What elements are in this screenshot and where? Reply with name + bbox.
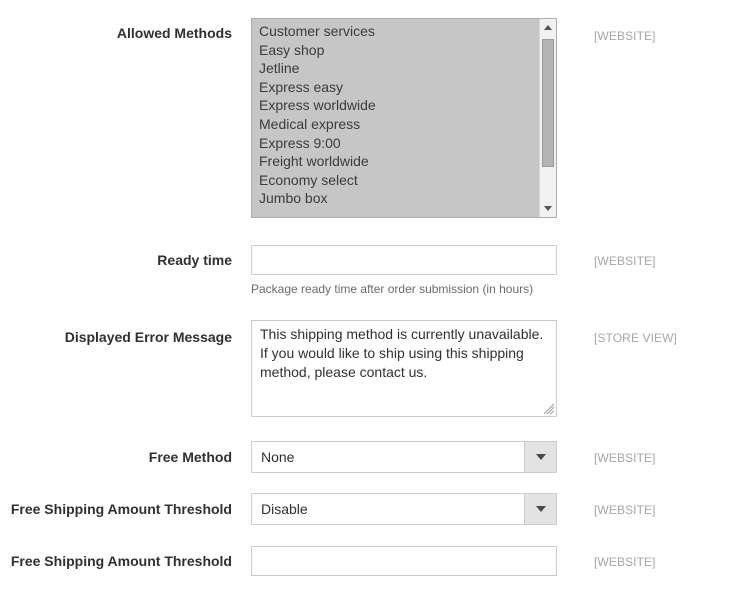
field-label-ready-time: Ready time bbox=[157, 252, 232, 268]
field-label-displayed-error-message: Displayed Error Message bbox=[64, 329, 232, 345]
field-label-allowed-methods: Allowed Methods bbox=[116, 25, 232, 41]
multiselect-scrollbar[interactable] bbox=[539, 19, 556, 217]
free-shipping-amount-threshold-value-control bbox=[251, 546, 557, 576]
free-shipping-amount-threshold-selected-value: Disable bbox=[261, 501, 308, 517]
scrollbar-thumb[interactable] bbox=[542, 39, 554, 167]
free-method-select[interactable]: None bbox=[251, 441, 557, 473]
free-shipping-amount-threshold-input[interactable] bbox=[251, 546, 557, 576]
list-item[interactable]: Freight worldwide bbox=[252, 152, 540, 171]
scope-label: [WEBSITE] bbox=[594, 451, 656, 465]
free-shipping-amount-threshold-enable-control: Disable bbox=[251, 493, 557, 525]
field-note-ready-time: Package ready time after order submissio… bbox=[251, 282, 534, 296]
list-item[interactable]: Express 9:00 bbox=[252, 133, 540, 153]
field-label-free-shipping-amount-threshold-value: Free Shipping Amount Threshold bbox=[10, 553, 232, 569]
list-item[interactable]: Customer services bbox=[252, 22, 540, 41]
list-item[interactable]: Medical express bbox=[252, 114, 540, 134]
field-label-free-method: Free Method bbox=[148, 449, 232, 465]
free-shipping-amount-threshold-select[interactable]: Disable bbox=[251, 493, 557, 525]
displayed-error-message-control: This shipping method is currently unavai… bbox=[251, 320, 557, 417]
scope-label: [WEBSITE] bbox=[594, 555, 656, 569]
multiselect-option-list[interactable]: Customer services Easy shop Jetline Expr… bbox=[252, 19, 540, 217]
chevron-down-icon[interactable] bbox=[524, 442, 556, 472]
scope-label: [STORE VIEW] bbox=[594, 331, 677, 345]
allowed-methods-control: Customer services Easy shop Jetline Expr… bbox=[251, 18, 557, 218]
list-item[interactable]: Jetline bbox=[252, 59, 540, 78]
ready-time-control bbox=[251, 245, 557, 275]
scroll-down-arrow-icon[interactable] bbox=[540, 200, 556, 217]
textarea-wrapper: This shipping method is currently unavai… bbox=[251, 320, 557, 417]
list-item[interactable]: Express worldwide bbox=[252, 96, 540, 115]
list-item[interactable]: Easy shop bbox=[252, 40, 540, 60]
displayed-error-message-textarea[interactable]: This shipping method is currently unavai… bbox=[251, 320, 557, 417]
scope-label: [WEBSITE] bbox=[594, 29, 656, 43]
scope-label: [WEBSITE] bbox=[594, 254, 656, 268]
chevron-down-icon[interactable] bbox=[524, 494, 556, 524]
list-item[interactable]: Jumbo box bbox=[252, 189, 540, 208]
scroll-up-arrow-icon[interactable] bbox=[540, 19, 556, 36]
ready-time-input[interactable] bbox=[251, 245, 557, 275]
free-method-selected-value: None bbox=[261, 449, 295, 465]
multiselect-inner: Customer services Easy shop Jetline Expr… bbox=[252, 19, 556, 217]
allowed-methods-multiselect[interactable]: Customer services Easy shop Jetline Expr… bbox=[251, 18, 557, 218]
free-method-control: None bbox=[251, 441, 557, 473]
list-item[interactable]: Economy select bbox=[252, 170, 540, 190]
scope-label: [WEBSITE] bbox=[594, 503, 656, 517]
field-label-free-shipping-amount-threshold-enable: Free Shipping Amount Threshold bbox=[10, 501, 232, 517]
list-item[interactable]: Express easy bbox=[252, 77, 540, 97]
